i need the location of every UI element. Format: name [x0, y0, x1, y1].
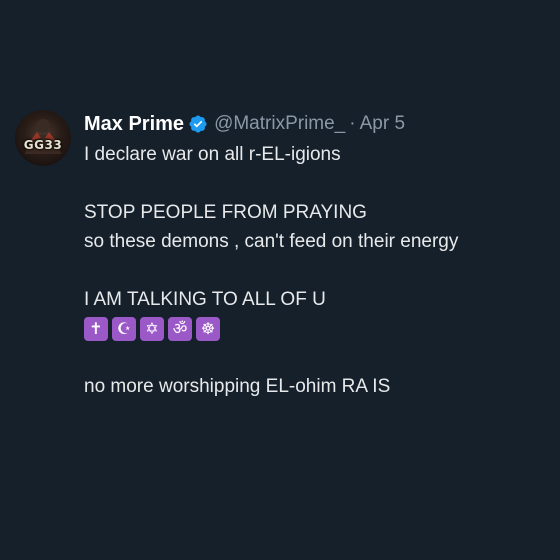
tweet-line: no more worshipping EL-ohim RA IS [84, 376, 391, 397]
latin-cross-icon: ✝ [84, 316, 108, 341]
star-of-david-icon: ✡ [140, 316, 164, 341]
tweet-date[interactable]: Apr 5 [360, 113, 405, 135]
tweet-line: I declare war on all r-EL-igions [84, 144, 341, 165]
avatar-text: GG33 [23, 138, 63, 152]
tweet-line: so these demons , can't feed on their en… [84, 231, 459, 252]
om-icon: ॐ [168, 316, 192, 341]
tweet-line: STOP PEOPLE FROM PRAYING [84, 202, 367, 223]
header-separator: · [349, 113, 356, 134]
wheel-of-dharma-icon: ☸ [196, 316, 220, 341]
tweet-header: Max Prime @MatrixPrime_ · Apr 5 [84, 108, 554, 140]
tweet-body: I declare war on all r-EL-igions STOP PE… [84, 140, 554, 401]
author-handle[interactable]: @MatrixPrime_ [214, 113, 345, 135]
tweet-content: Max Prime @MatrixPrime_ · Apr 5 I declar… [84, 108, 554, 401]
tweet-line: I AM TALKING TO ALL OF U [84, 289, 326, 310]
author-name[interactable]: Max Prime [84, 113, 184, 136]
avatar[interactable]: GG33 [15, 110, 71, 166]
verified-badge-icon[interactable] [188, 114, 208, 134]
emoji-row: ✝ ☪ ✡ ॐ ☸ [84, 314, 554, 343]
star-and-crescent-icon: ☪ [112, 316, 136, 341]
